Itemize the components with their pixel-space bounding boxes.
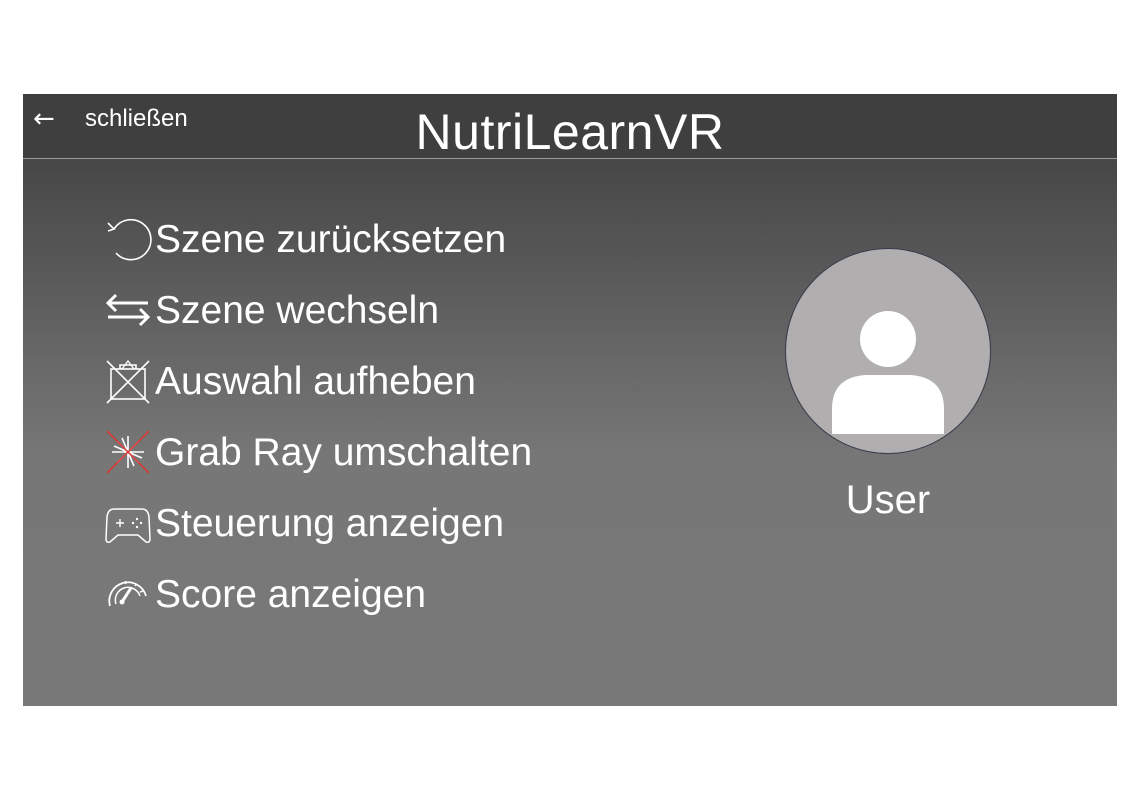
- menu-item-label: Szene zurücksetzen: [155, 217, 507, 261]
- show-score-button[interactable]: Score anzeigen: [103, 569, 426, 619]
- reset-icon: [103, 214, 153, 264]
- user-profile[interactable]: User: [785, 248, 991, 523]
- menu-item-label: Grab Ray umschalten: [155, 430, 533, 474]
- app-title: NutriLearnVR: [415, 104, 725, 160]
- speedometer-icon: [103, 569, 153, 619]
- gamepad-icon: [103, 498, 153, 548]
- user-label: User: [845, 478, 931, 522]
- header-bar: ← schließen NutriLearnVR: [23, 94, 1117, 160]
- reset-scene-button[interactable]: Szene zurücksetzen: [103, 214, 506, 264]
- deselect-button[interactable]: Auswahl aufheben: [103, 356, 476, 406]
- menu-item-label: Score anzeigen: [155, 572, 427, 616]
- switch-scene-button[interactable]: Szene wechseln: [103, 285, 439, 335]
- menu-item-label: Szene wechseln: [155, 288, 440, 332]
- user-avatar-icon: [785, 248, 991, 454]
- grab-ray-icon: [103, 427, 153, 477]
- swap-arrows-icon: [103, 285, 153, 335]
- deselect-icon: [103, 356, 153, 406]
- show-controls-button[interactable]: Steuerung anzeigen: [103, 498, 504, 548]
- menu-item-label: Steuerung anzeigen: [155, 501, 505, 545]
- menu-item-label: Auswahl aufheben: [155, 359, 476, 403]
- toggle-grab-ray-button[interactable]: Grab Ray umschalten: [103, 427, 532, 477]
- menu-panel: ← schließen NutriLearnVR Szene zurückset…: [23, 94, 1117, 706]
